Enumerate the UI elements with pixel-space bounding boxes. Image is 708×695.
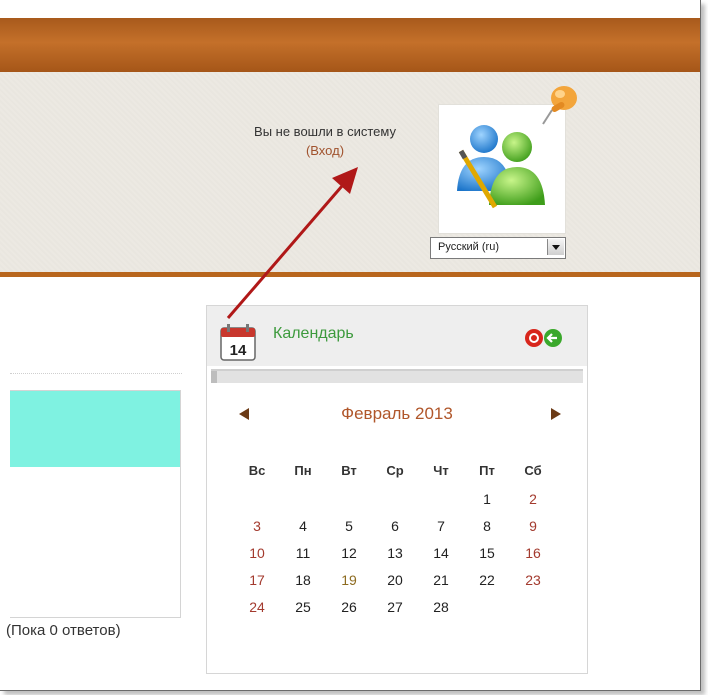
- browser-viewport: Вы не вошли в систему (Вход) Русский (ru…: [0, 0, 701, 691]
- annotation-arrow: [226, 167, 358, 319]
